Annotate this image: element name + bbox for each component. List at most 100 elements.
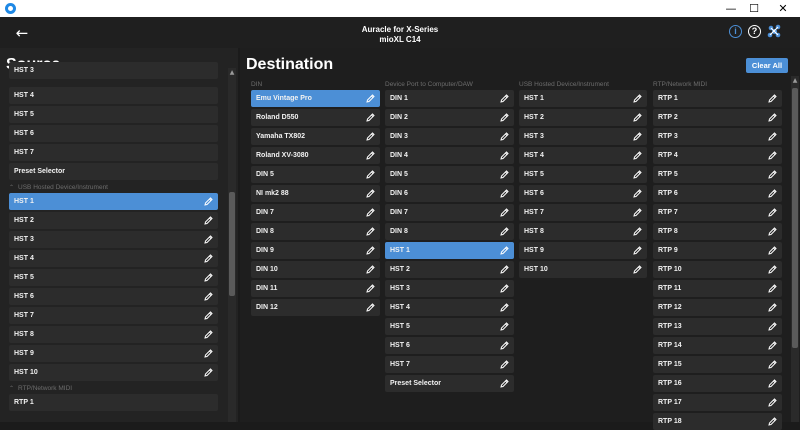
list-item[interactable]: HST 5 — [9, 269, 218, 286]
edit-pencil-icon[interactable] — [203, 272, 214, 283]
list-item[interactable]: HST 1 — [519, 90, 647, 107]
list-item[interactable]: HST 6 — [519, 185, 647, 202]
list-item[interactable]: RTP 10 — [653, 261, 782, 278]
edit-pencil-icon[interactable] — [499, 359, 510, 370]
edit-pencil-icon[interactable] — [365, 245, 376, 256]
edit-pencil-icon[interactable] — [767, 302, 778, 313]
source-scroll-thumb[interactable] — [229, 192, 235, 296]
edit-pencil-icon[interactable] — [767, 169, 778, 180]
list-item[interactable]: Roland D550 — [251, 109, 380, 126]
list-item[interactable]: Preset Selector — [9, 163, 218, 180]
list-item[interactable]: RTP 13 — [653, 318, 782, 335]
list-item[interactable]: RTP 11 — [653, 280, 782, 297]
list-item[interactable]: DIN 8 — [385, 223, 514, 240]
back-arrow-icon[interactable]: ← — [13, 24, 31, 42]
edit-pencil-icon[interactable] — [499, 283, 510, 294]
scroll-up-arrow-icon[interactable]: ▲ — [228, 69, 236, 77]
edit-pencil-icon[interactable] — [632, 93, 643, 104]
edit-pencil-icon[interactable] — [365, 264, 376, 275]
list-item[interactable]: RTP 7 — [653, 204, 782, 221]
list-item[interactable]: RTP 1 — [9, 394, 218, 411]
list-item[interactable]: HST 8 — [9, 326, 218, 343]
edit-pencil-icon[interactable] — [632, 264, 643, 275]
edit-pencil-icon[interactable] — [767, 359, 778, 370]
edit-pencil-icon[interactable] — [203, 196, 214, 207]
group-header[interactable]: ⌃ USB Hosted Device/Instrument — [9, 183, 108, 193]
edit-pencil-icon[interactable] — [365, 112, 376, 123]
list-item[interactable]: RTP 16 — [653, 375, 782, 392]
edit-pencil-icon[interactable] — [767, 340, 778, 351]
list-item[interactable]: RTP 5 — [653, 166, 782, 183]
list-item[interactable]: RTP 9 — [653, 242, 782, 259]
info-icon[interactable]: i — [729, 25, 742, 38]
edit-pencil-icon[interactable] — [499, 207, 510, 218]
list-item[interactable]: HST 7 — [9, 307, 218, 324]
list-item[interactable]: DIN 1 — [385, 90, 514, 107]
edit-pencil-icon[interactable] — [499, 321, 510, 332]
edit-pencil-icon[interactable] — [632, 112, 643, 123]
list-item[interactable]: HST 4 — [9, 250, 218, 267]
list-item[interactable]: HST 5 — [9, 106, 218, 123]
list-item[interactable]: HST 6 — [9, 288, 218, 305]
edit-pencil-icon[interactable] — [365, 169, 376, 180]
edit-pencil-icon[interactable] — [767, 245, 778, 256]
list-item[interactable]: DIN 11 — [251, 280, 380, 297]
edit-pencil-icon[interactable] — [203, 348, 214, 359]
edit-pencil-icon[interactable] — [767, 378, 778, 389]
list-item[interactable]: HST 5 — [385, 318, 514, 335]
edit-pencil-icon[interactable] — [499, 340, 510, 351]
edit-pencil-icon[interactable] — [499, 131, 510, 142]
edit-pencil-icon[interactable] — [203, 215, 214, 226]
edit-pencil-icon[interactable] — [767, 131, 778, 142]
edit-pencil-icon[interactable] — [499, 112, 510, 123]
edit-pencil-icon[interactable] — [499, 302, 510, 313]
edit-pencil-icon[interactable] — [767, 93, 778, 104]
list-item[interactable]: RTP 17 — [653, 394, 782, 411]
destination-scroll-thumb[interactable] — [792, 88, 798, 348]
list-item[interactable]: HST 2 — [385, 261, 514, 278]
list-item[interactable]: HST 1 — [385, 242, 514, 259]
edit-pencil-icon[interactable] — [632, 226, 643, 237]
list-item[interactable]: RTP 15 — [653, 356, 782, 373]
list-item[interactable]: RTP 12 — [653, 299, 782, 316]
list-item[interactable]: DIN 12 — [251, 299, 380, 316]
edit-pencil-icon[interactable] — [365, 207, 376, 218]
list-item[interactable]: DIN 6 — [385, 185, 514, 202]
list-item[interactable]: Roland XV-3080 — [251, 147, 380, 164]
edit-pencil-icon[interactable] — [767, 188, 778, 199]
help-icon[interactable]: ? — [748, 25, 761, 38]
edit-pencil-icon[interactable] — [203, 310, 214, 321]
list-item[interactable]: DIN 10 — [251, 261, 380, 278]
list-item[interactable]: DIN 4 — [385, 147, 514, 164]
edit-pencil-icon[interactable] — [365, 302, 376, 313]
list-item[interactable]: HST 2 — [519, 109, 647, 126]
list-item[interactable]: HST 9 — [9, 345, 218, 362]
list-item[interactable]: HST 7 — [519, 204, 647, 221]
edit-pencil-icon[interactable] — [203, 253, 214, 264]
list-item[interactable]: HST 6 — [385, 337, 514, 354]
edit-pencil-icon[interactable] — [203, 367, 214, 378]
list-item[interactable]: HST 6 — [9, 125, 218, 142]
edit-pencil-icon[interactable] — [499, 93, 510, 104]
edit-pencil-icon[interactable] — [767, 397, 778, 408]
edit-pencil-icon[interactable] — [767, 150, 778, 161]
list-item[interactable]: Emu Vintage Pro — [251, 90, 380, 107]
list-item[interactable]: DIN 3 — [385, 128, 514, 145]
edit-pencil-icon[interactable] — [767, 321, 778, 332]
edit-pencil-icon[interactable] — [203, 291, 214, 302]
edit-pencil-icon[interactable] — [767, 283, 778, 294]
edit-pencil-icon[interactable] — [632, 131, 643, 142]
edit-pencil-icon[interactable] — [365, 131, 376, 142]
edit-pencil-icon[interactable] — [365, 150, 376, 161]
clear-all-button[interactable]: Clear All — [746, 58, 788, 73]
list-item[interactable]: HST 3 — [9, 62, 218, 79]
edit-pencil-icon[interactable] — [499, 226, 510, 237]
edit-pencil-icon[interactable] — [365, 188, 376, 199]
scroll-up-arrow-icon[interactable]: ▲ — [791, 77, 799, 85]
edit-pencil-icon[interactable] — [203, 329, 214, 340]
edit-pencil-icon[interactable] — [203, 234, 214, 245]
list-item[interactable]: HST 8 — [519, 223, 647, 240]
list-item[interactable]: RTP 6 — [653, 185, 782, 202]
edit-pencil-icon[interactable] — [499, 150, 510, 161]
list-item[interactable]: HST 2 — [9, 212, 218, 229]
